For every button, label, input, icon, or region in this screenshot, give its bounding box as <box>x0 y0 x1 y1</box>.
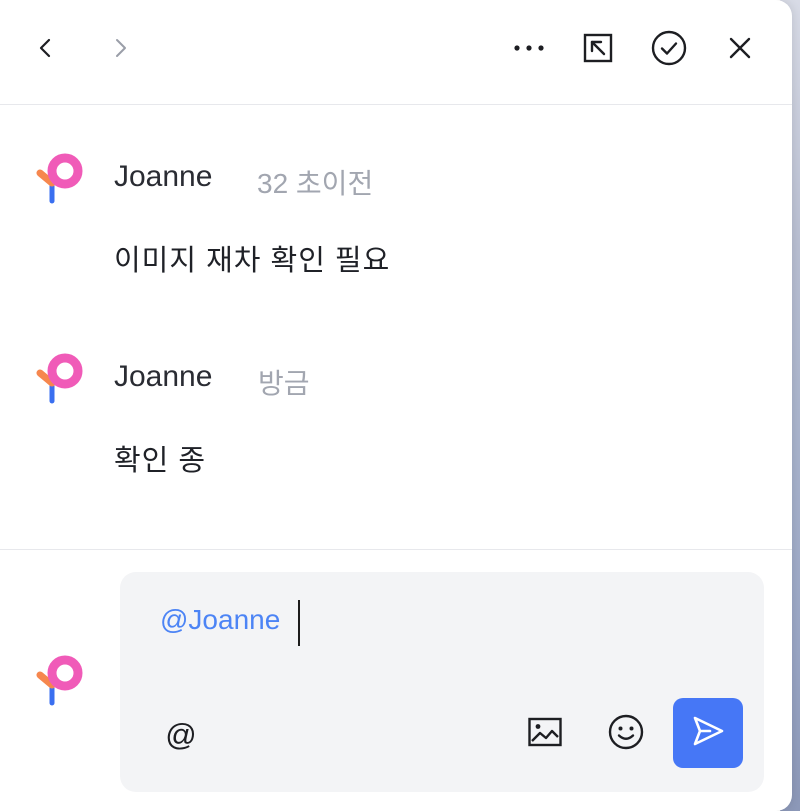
comment-item: Joanne 32 초이전 이미지 재차 확인 필요 <box>0 105 792 285</box>
avatar <box>36 353 88 405</box>
comment-text: 확인 종 <box>114 445 207 477</box>
thread-divider <box>0 549 792 550</box>
close-button[interactable] <box>716 26 764 74</box>
panel-header <box>0 0 792 105</box>
more-horizontal-icon <box>511 41 547 59</box>
forward-button[interactable] <box>96 26 144 74</box>
comment-author: Joanne <box>114 160 213 193</box>
send-button[interactable] <box>673 698 743 768</box>
comment-time: 방금 <box>258 368 310 399</box>
chevron-left-icon <box>34 36 58 65</box>
back-button[interactable] <box>22 26 70 74</box>
at-sign-icon: @ <box>165 716 197 752</box>
mention-text: @Joanne <box>160 604 281 635</box>
open-in-window-icon <box>582 32 614 69</box>
open-in-window-button[interactable] <box>574 26 622 74</box>
mention-button[interactable]: @ <box>159 712 203 756</box>
emoji-button[interactable] <box>604 712 648 756</box>
chevron-right-icon <box>108 36 132 65</box>
resolve-button[interactable] <box>645 26 693 74</box>
current-user-avatar <box>36 655 88 707</box>
comment-author: Joanne <box>114 360 213 393</box>
comment-time: 32 초이전 <box>257 168 374 199</box>
comment-item: Joanne 방금 확인 종 <box>0 305 792 485</box>
send-icon <box>690 713 726 754</box>
more-button[interactable] <box>505 26 553 74</box>
image-icon <box>527 716 563 753</box>
check-circle-icon <box>650 29 688 72</box>
comment-text: 이미지 재차 확인 필요 <box>114 245 391 277</box>
comment-input[interactable]: @Joanne @ <box>120 572 764 792</box>
comment-panel: Joanne 32 초이전 이미지 재차 확인 필요 Joanne 방금 확인 … <box>0 0 792 811</box>
smiley-icon <box>607 713 645 756</box>
avatar <box>36 153 88 205</box>
close-icon <box>727 35 753 66</box>
comment-thread: Joanne 32 초이전 이미지 재차 확인 필요 Joanne 방금 확인 … <box>0 105 792 549</box>
text-caret <box>298 600 300 646</box>
insert-image-button[interactable] <box>523 712 567 756</box>
